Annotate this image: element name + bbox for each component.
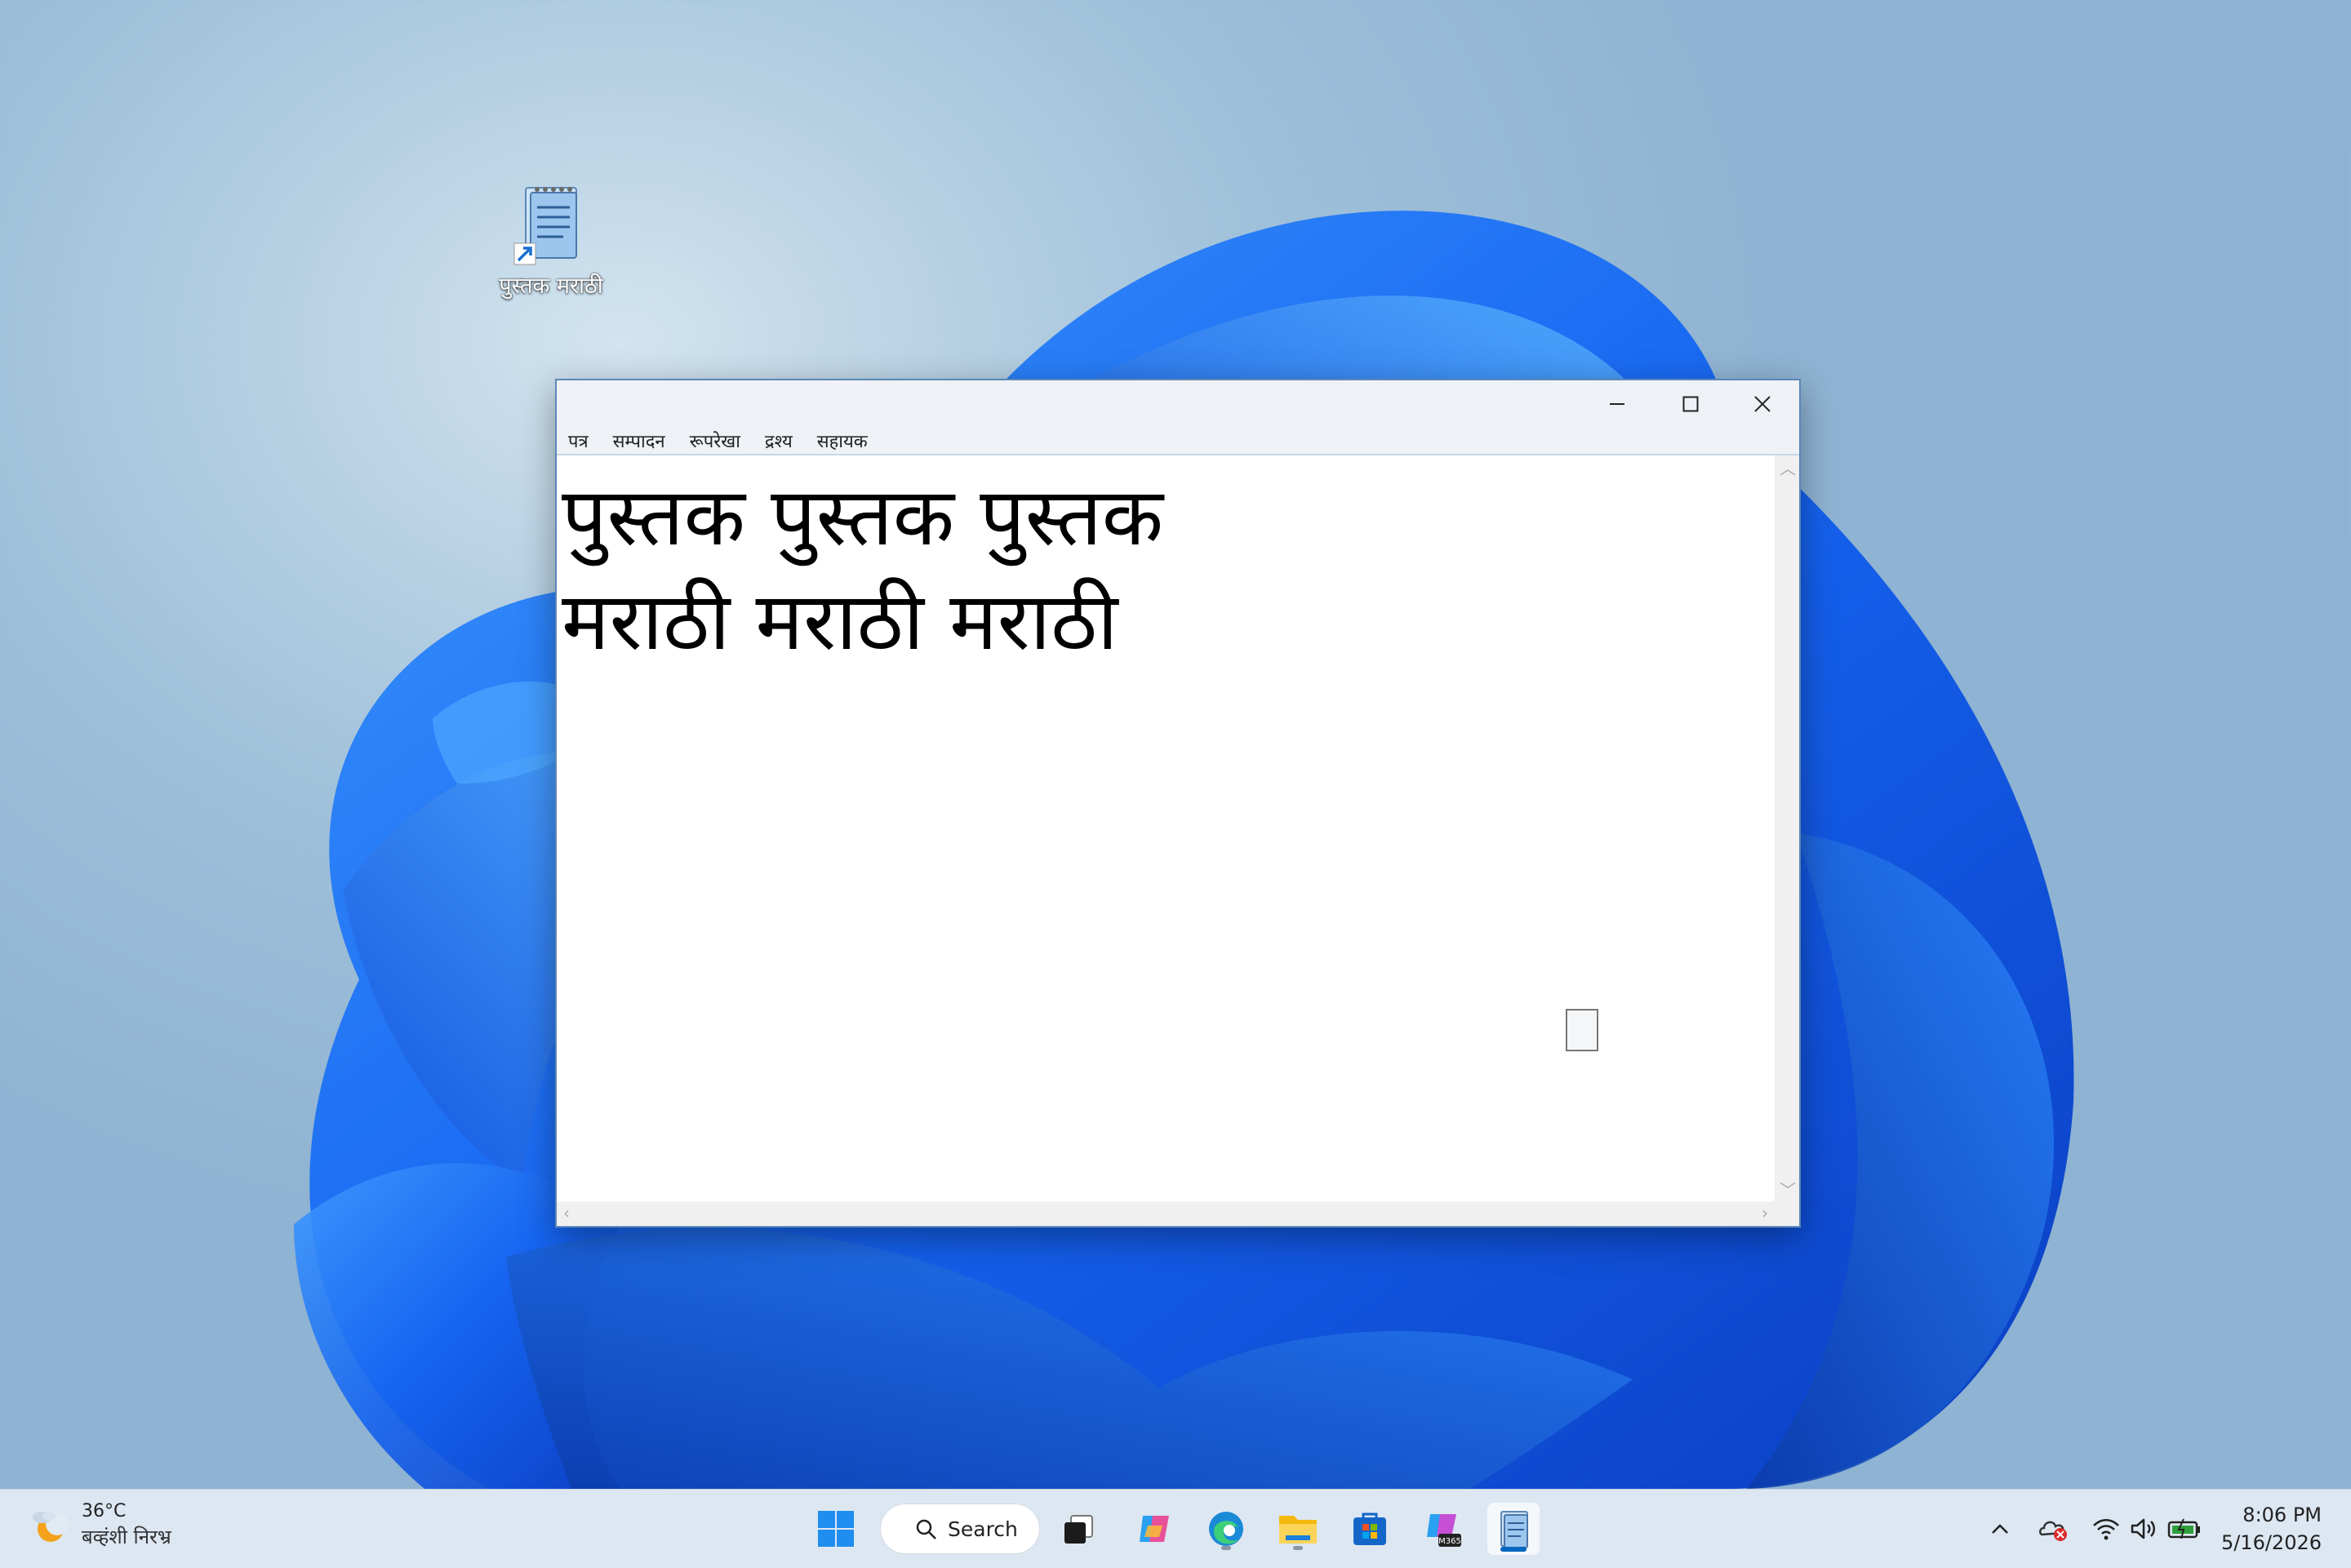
active-indicator — [1500, 1547, 1527, 1552]
weather-moon-icon — [33, 1511, 69, 1542]
scroll-left-icon[interactable]: ‹ — [563, 1205, 570, 1221]
title-bar[interactable] — [557, 380, 1799, 428]
network-status[interactable] — [2088, 1511, 2124, 1547]
scroll-right-icon[interactable]: › — [1762, 1205, 1768, 1221]
running-indicator — [1221, 1546, 1231, 1550]
menu-edit[interactable]: सम्पादन — [613, 429, 665, 453]
notepad-icon — [1500, 1511, 1528, 1548]
edge-icon — [1209, 1512, 1243, 1546]
task-view-button[interactable] — [1053, 1503, 1105, 1555]
wifi-icon — [2093, 1519, 2119, 1540]
menu-view[interactable]: द्रश्य — [765, 429, 793, 453]
scroll-up-icon[interactable]: ︿ — [1780, 460, 1796, 477]
minimize-icon — [1610, 403, 1624, 405]
battery-status[interactable] — [2165, 1511, 2204, 1547]
minimize-button[interactable] — [1580, 380, 1654, 428]
notepad-taskbar-button[interactable] — [1487, 1503, 1540, 1555]
menu-format[interactable]: रूपरेखा — [690, 429, 740, 453]
m365-icon: M365 — [1427, 1514, 1461, 1547]
start-button[interactable] — [810, 1503, 862, 1555]
menu-bar: पत्र सम्पादन रूपरेखा द्रश्य सहायक — [557, 428, 1799, 455]
file-explorer-icon — [1279, 1516, 1317, 1544]
running-indicator — [1293, 1546, 1303, 1550]
onedrive-status[interactable] — [2036, 1511, 2072, 1547]
store-button[interactable] — [1344, 1503, 1396, 1555]
clock-time: 8:06 PM — [2242, 1504, 2322, 1526]
ime-indicator — [1566, 1009, 1598, 1051]
show-hidden-icons-button[interactable] — [1985, 1511, 2015, 1547]
weather-description: बव्हंशी निरभ्र — [82, 1526, 171, 1548]
copilot-icon — [1140, 1516, 1169, 1542]
scrollbar-corner — [1775, 1202, 1799, 1226]
file-explorer-button[interactable] — [1272, 1503, 1324, 1555]
close-button[interactable] — [1726, 380, 1799, 428]
taskbar: 36°C बव्हंशी निरभ्र Search M365 8:06 PM … — [0, 1489, 2351, 1568]
menu-help[interactable]: सहायक — [817, 429, 868, 453]
edge-button[interactable] — [1200, 1503, 1252, 1555]
task-view-icon — [1064, 1515, 1093, 1544]
text-editor[interactable]: पुस्तक पुस्तक पुस्तक मराठी मराठी मराठी — [557, 455, 1775, 1202]
desktop-shortcut-notepad[interactable]: पुस्तक मराठी — [490, 180, 612, 300]
clock-date: 5/16/2026 — [2220, 1531, 2322, 1554]
search-box[interactable]: Search — [880, 1504, 1040, 1554]
horizontal-scrollbar[interactable]: ‹ › — [557, 1202, 1775, 1226]
chevron-up-icon — [1992, 1524, 2008, 1534]
desktop-icon-label: पुस्तक मराठी — [499, 273, 603, 299]
close-icon — [1754, 396, 1771, 412]
windows-start-icon — [818, 1511, 854, 1547]
scroll-down-icon[interactable]: ﹀ — [1780, 1182, 1796, 1198]
store-icon — [1353, 1512, 1386, 1545]
notepad-window[interactable]: पत्र सम्पादन रूपरेखा द्रश्य सहायक पुस्तक… — [555, 379, 1801, 1228]
menu-file[interactable]: पत्र — [568, 429, 589, 453]
editor-line: मराठी मराठी मराठी — [562, 575, 1118, 669]
maximize-icon — [1682, 396, 1699, 412]
m365-button[interactable]: M365 — [1415, 1503, 1468, 1555]
copilot-button[interactable] — [1128, 1503, 1180, 1555]
notepad-shortcut-icon — [506, 180, 596, 269]
battery-icon — [2167, 1518, 2200, 1539]
weather-temperature: 36°C — [82, 1501, 127, 1521]
editor-line: पुस्तक पुस्तक पुस्तक — [562, 471, 1164, 564]
onedrive-error-icon — [2039, 1521, 2067, 1541]
clock[interactable]: 8:06 PM 5/16/2026 — [2221, 1501, 2322, 1557]
search-icon — [916, 1519, 936, 1539]
volume-icon — [2131, 1518, 2155, 1539]
svg-text:M365: M365 — [1438, 1537, 1461, 1546]
search-label: Search — [948, 1517, 1018, 1541]
volume-status[interactable] — [2126, 1511, 2162, 1547]
vertical-scrollbar[interactable]: ︿ ﹀ — [1775, 455, 1799, 1202]
maximize-button[interactable] — [1654, 380, 1727, 428]
weather-widget[interactable]: 36°C बव्हंशी निरभ्र — [28, 1501, 171, 1550]
